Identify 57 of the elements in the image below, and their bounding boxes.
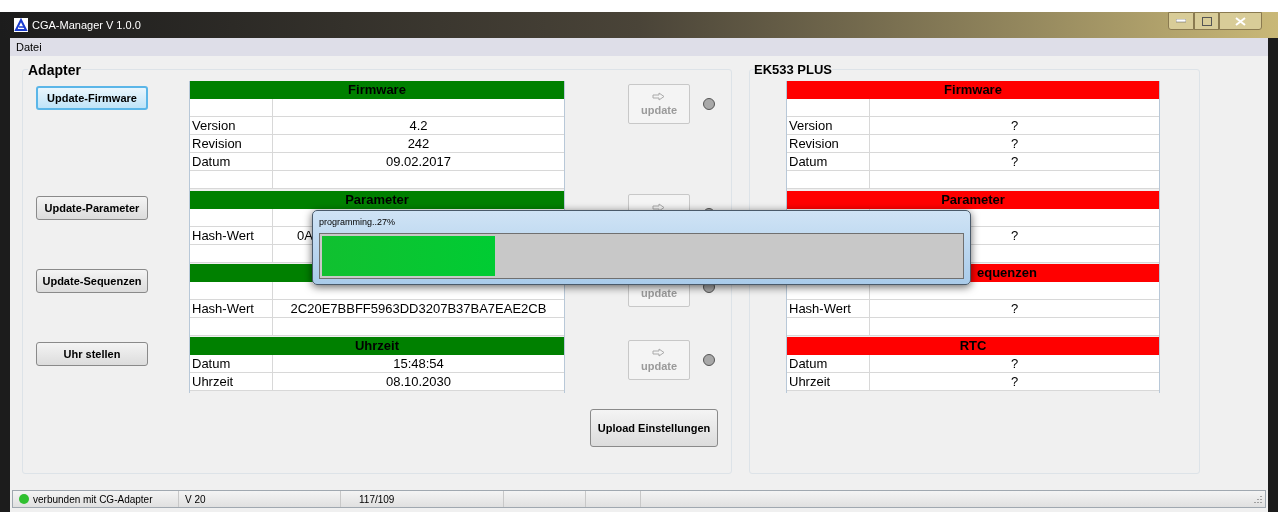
table-cell: Datum [789,356,828,371]
arrow-icon [652,347,666,357]
table-cell: Datum [789,154,828,169]
table-cell: Datum [192,154,231,169]
resize-grip-icon[interactable] [1253,494,1263,504]
version-text: V 20 [185,492,206,507]
table-cell: Version [789,118,833,133]
table-cell: Hash-Wert [192,301,254,316]
table-cell: Uhrzeit [192,374,234,389]
table-cell: ? [1010,136,1019,151]
table-cell: 09.02.2017 [385,154,452,169]
maximize-button[interactable] [1194,12,1219,30]
maximize-icon [1201,16,1212,26]
table-cell: ? [1010,356,1019,371]
section-header: Parameter [787,191,1159,209]
update-button[interactable]: Update-Firmware [36,86,148,111]
section-header: Firmware [190,81,564,99]
upload-button[interactable]: Upload Einstellungen [590,409,718,447]
table-cell: 4.2 [409,118,428,133]
table-cell: Revision [789,136,839,151]
window-title: CGA-Manager V 1.0.0 [32,17,141,33]
status-led [703,354,715,366]
minimize-icon [1176,19,1186,23]
update-button[interactable]: Update-Parameter [36,196,148,221]
arrow-icon [652,202,666,212]
arrow-icon [652,91,666,101]
table-cell: Revision [192,136,242,151]
table-cell: 15:48:54 [393,356,444,371]
table-cell: 08.10.2030 [385,374,452,389]
section-header: Uhrzeit [190,337,564,355]
app-logo-icon [14,18,28,32]
table-cell: Datum [192,356,231,371]
close-button[interactable] [1219,12,1262,30]
table-cell: Hash-Wert [789,301,851,316]
connection-status: verbunden mit CG-Adapter [33,492,153,507]
table-cell: ? [1010,228,1019,243]
table-cell: 0A [297,228,313,243]
section-header: RTC [787,337,1159,355]
table-cell: Uhrzeit [789,374,831,389]
menu-item[interactable]: Datei [16,38,42,56]
minimize-button[interactable] [1168,12,1194,30]
close-icon [1235,16,1246,26]
table-cell: ? [1010,374,1019,389]
section-header: Parameter [190,191,564,209]
table-cell: ? [1010,154,1019,169]
table-cell: Version [192,118,236,133]
dialog-title: programming..27% [319,216,397,229]
table-cell: 2C20E7BBFF5963DD3207B37BA7EAE2CB [290,301,547,316]
count-text: 117/109 [359,492,395,507]
table-cell: ? [1010,301,1019,316]
status-led [703,98,715,110]
update-button[interactable]: Update-Sequenzen [36,269,148,294]
table-cell: Hash-Wert [192,228,254,243]
table-cell: ? [1010,118,1019,133]
table-cell: 242 [407,136,430,151]
update-button[interactable]: Uhr stellen [36,342,148,367]
section-header: Firmware [787,81,1159,99]
